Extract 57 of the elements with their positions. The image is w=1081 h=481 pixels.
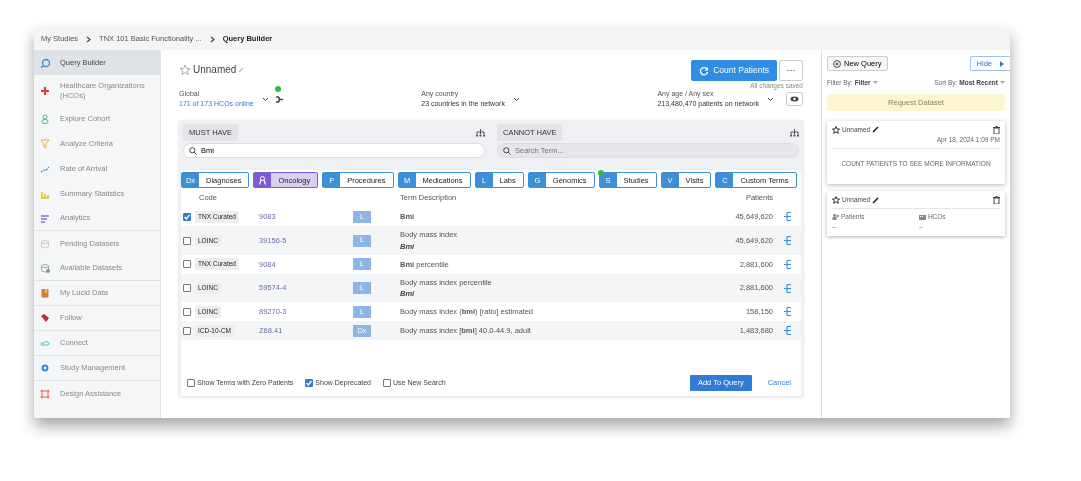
frame-icon [40, 388, 50, 399]
caret-icon [512, 96, 520, 102]
network-icon [274, 95, 284, 104]
star-icon [832, 125, 840, 134]
count-patients-button[interactable]: Count Patients [691, 60, 777, 81]
star-icon [832, 196, 840, 205]
checkbox[interactable] [183, 236, 191, 245]
caret-icon [767, 96, 774, 102]
building-icon [918, 213, 926, 220]
hierarchy-icon[interactable] [782, 258, 792, 270]
triangle-icon [1000, 60, 1004, 67]
plus-icon [40, 85, 50, 96]
checkbox[interactable] [183, 260, 191, 269]
search-icon [503, 147, 511, 156]
trash-icon [993, 196, 1000, 205]
eye-icon [790, 96, 799, 102]
ribbon-icon [259, 175, 267, 185]
database-icon [40, 238, 50, 249]
star-icon [179, 63, 191, 76]
checkbox[interactable] [183, 212, 191, 221]
query-title: Unnamed [193, 63, 237, 77]
trash-icon [993, 125, 1000, 134]
refresh-icon [699, 65, 710, 76]
hierarchy-icon[interactable] [782, 211, 792, 223]
status-dot [274, 86, 281, 92]
checkbox[interactable] [183, 326, 191, 335]
caret-icon [872, 81, 878, 85]
plus-circle-icon [833, 59, 841, 68]
person-icon [40, 113, 50, 124]
people-icon [832, 213, 839, 220]
database-icon [40, 263, 50, 273]
more-button[interactable]: ··· [779, 60, 803, 81]
pencil-icon [872, 126, 880, 134]
book-icon [40, 288, 50, 298]
hierarchy-icon [790, 128, 799, 137]
chevron-icon [86, 35, 92, 43]
checkbox[interactable] [183, 284, 191, 292]
search-icon [189, 147, 197, 156]
hierarchy-icon[interactable] [782, 306, 792, 318]
gear-icon [40, 363, 50, 373]
caret-icon [1000, 81, 1005, 85]
cloud-icon [40, 338, 50, 348]
check-icon [305, 379, 314, 387]
lines-icon [40, 213, 50, 223]
pencil-icon [872, 196, 880, 204]
checkbox[interactable] [183, 307, 191, 316]
caret-icon [261, 96, 269, 102]
hierarchy-icon[interactable] [782, 325, 792, 337]
chevron-icon [209, 35, 215, 43]
eye-button[interactable] [786, 92, 803, 106]
hierarchy-icon[interactable] [782, 282, 792, 294]
search-icon [40, 57, 50, 68]
hierarchy-icon [476, 128, 485, 137]
pencil-icon [238, 66, 245, 73]
funnel-icon [40, 138, 50, 149]
hierarchy-icon[interactable] [782, 235, 792, 246]
tag-icon [40, 313, 50, 323]
